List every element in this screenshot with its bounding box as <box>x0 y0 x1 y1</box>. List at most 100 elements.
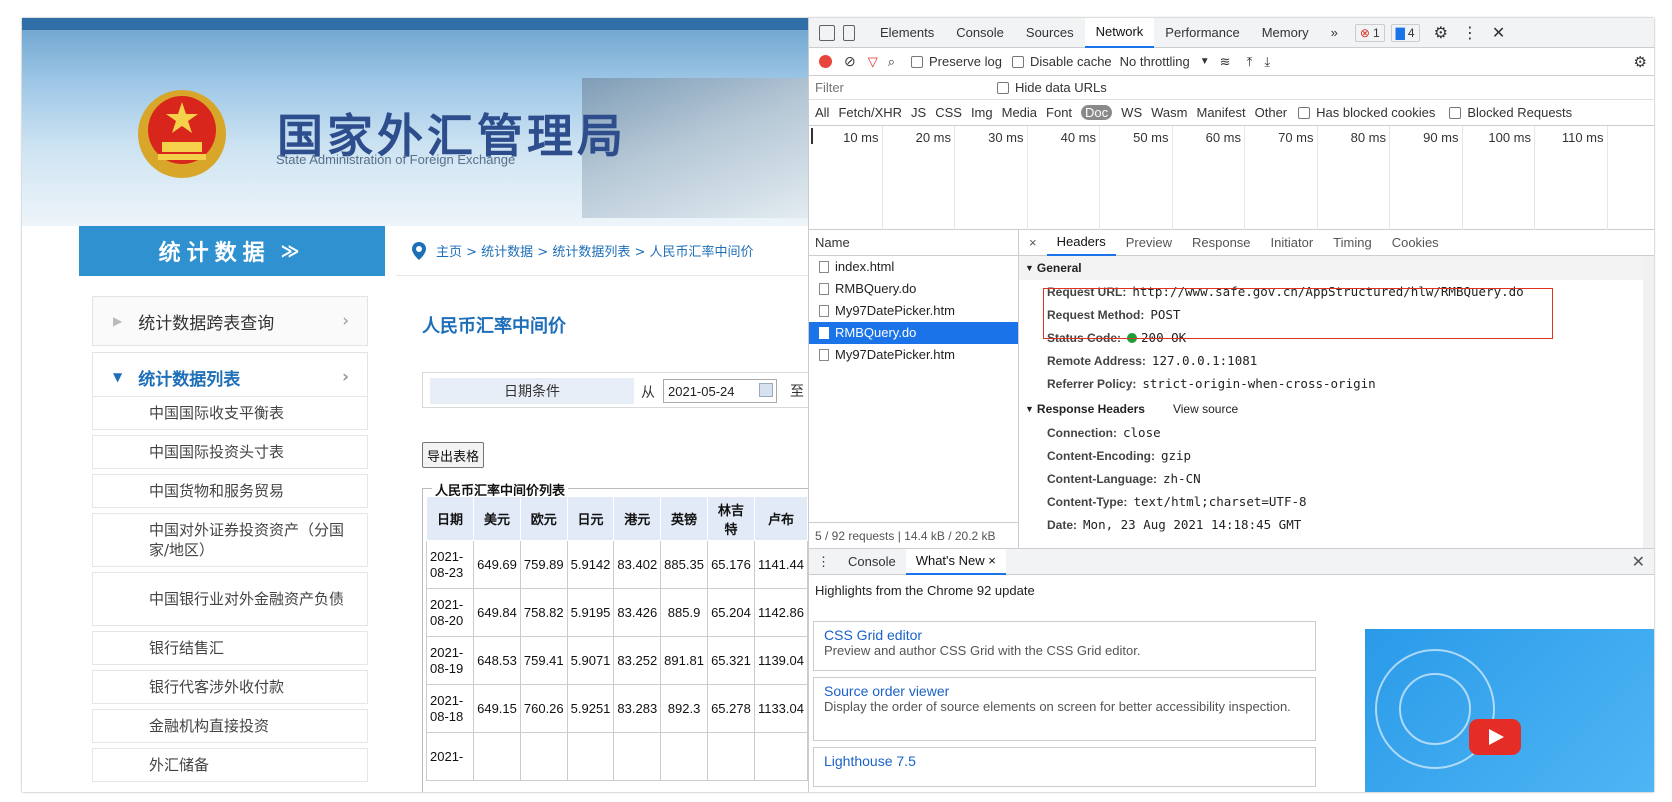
hide-data-urls-label: Hide data URLs <box>1015 80 1107 95</box>
details-tab-headers[interactable]: Headers <box>1046 230 1116 256</box>
tab-network[interactable]: Network <box>1084 18 1155 48</box>
details-tab-preview[interactable]: Preview <box>1116 230 1182 256</box>
breadcrumb-text[interactable]: 主页 > 统计数据 > 统计数据列表 > 人民币汇率中间价 <box>436 241 753 260</box>
header-value: http://www.safe.gov.cn/AppStructured/hlw… <box>1132 284 1524 299</box>
rate-cell <box>519 732 568 781</box>
kebab-menu-icon[interactable]: ⋮ <box>1462 23 1478 43</box>
details-tab-bar: × Headers Preview Response Initiator Timing Co… <box>1019 230 1654 256</box>
breadcrumb: 主页 > 统计数据 > 统计数据列表 > 人民币汇率中间价 <box>396 226 808 276</box>
page-title: 人民币汇率中间价 <box>422 316 566 337</box>
tab-memory[interactable]: Memory <box>1251 18 1320 48</box>
blocked-cookies-checkbox[interactable] <box>1298 106 1311 119</box>
throttling-select[interactable]: No throttling <box>1120 54 1190 69</box>
network-timeline[interactable]: 10 ms 20 ms 30 ms 40 ms 50 ms 60 ms 70 ms 80 ms… <box>809 126 1654 230</box>
tab-elements[interactable]: Elements <box>869 18 945 48</box>
tab-sources[interactable]: Sources <box>1015 18 1085 48</box>
sub-item-portfolio[interactable]: 中国对外证券投资资产（分国家/地区） <box>92 513 368 567</box>
message-badge[interactable]: ▇ 4 <box>1390 23 1420 42</box>
sub-item-reserves[interactable]: 外汇储备 <box>92 748 368 782</box>
request-row[interactable]: My97DatePicker.htm <box>809 344 1018 366</box>
details-tab-response[interactable]: Response <box>1182 230 1261 256</box>
general-section-header[interactable]: ▼ General <box>1019 256 1654 280</box>
sub-item-bank-assets[interactable]: 中国银行业对外金融资产负债 <box>92 572 368 626</box>
type-filter-wasm[interactable]: Wasm <box>1151 105 1187 120</box>
request-row[interactable]: RMBQuery.do <box>809 278 1018 300</box>
table-row: 2021-08-19 648.53 759.41 5.9071 83.252 891.81… <box>425 636 808 685</box>
request-row[interactable]: index.html <box>809 256 1018 278</box>
type-filter-font[interactable]: Font <box>1046 105 1072 120</box>
card-description: Display the order of source elements on … <box>824 699 1291 714</box>
import-har-icon[interactable]: ⤒ <box>1247 54 1253 70</box>
tab-console[interactable]: Console <box>945 18 1015 48</box>
response-headers-section[interactable]: ▼ Response Headers View source <box>1019 397 1654 421</box>
update-video-thumbnail[interactable] <box>1365 629 1654 792</box>
wifi-settings-icon[interactable]: ≋ <box>1220 54 1231 70</box>
tab-console[interactable]: Console <box>838 549 906 575</box>
timeline-tick: 70 ms <box>1278 126 1318 230</box>
filter-icon[interactable]: ▽ <box>868 54 878 70</box>
tab-overflow-more[interactable]: » <box>1320 18 1349 48</box>
details-tab-cookies[interactable]: Cookies <box>1382 230 1449 256</box>
close-details-icon[interactable]: × <box>1019 230 1047 256</box>
name-column-header[interactable]: Name <box>809 230 1018 256</box>
tab-whats-new[interactable]: What's New × <box>905 548 1006 575</box>
record-icon[interactable] <box>819 55 832 68</box>
view-source-link[interactable]: View source <box>1173 402 1238 416</box>
type-filter-ws[interactable]: WS <box>1121 105 1142 120</box>
hide-data-urls-checkbox[interactable] <box>997 81 1009 94</box>
sub-item-payments[interactable]: 银行代客涉外收付款 <box>92 670 368 704</box>
banner-top-bar <box>22 18 808 30</box>
close-drawer-icon[interactable]: ✕ <box>1632 552 1645 572</box>
sidebar-item-data-list[interactable]: ▼ 统计数据列表 › <box>92 352 368 402</box>
search-icon[interactable]: ⌕ <box>888 54 895 70</box>
type-filter-all[interactable]: All <box>815 105 829 120</box>
header-name: Content-Type: <box>1047 494 1128 509</box>
device-toolbar-icon[interactable] <box>843 24 855 41</box>
preserve-log-checkbox[interactable] <box>911 55 924 68</box>
youtube-play-icon[interactable] <box>1469 719 1521 755</box>
feature-card-lighthouse[interactable]: Lighthouse 7.5 <box>813 747 1316 787</box>
caret-down-icon: ▼ <box>113 370 123 384</box>
filter-input[interactable] <box>815 80 995 95</box>
request-row[interactable]: RMBQuery.do <box>809 322 1018 344</box>
rate-cell <box>706 732 755 781</box>
type-filter-css[interactable]: CSS <box>935 105 962 120</box>
details-scrollbar[interactable] <box>1643 256 1654 548</box>
sub-item-trade[interactable]: 中国货物和服务贸易 <box>92 474 368 508</box>
type-filter-doc[interactable]: Doc <box>1081 105 1113 120</box>
type-filter-media[interactable]: Media <box>1002 105 1037 120</box>
type-filter-manifest[interactable]: Manifest <box>1196 105 1245 120</box>
type-filter-img[interactable]: Img <box>971 105 993 120</box>
tab-performance[interactable]: Performance <box>1154 18 1250 48</box>
close-icon[interactable]: ✕ <box>1492 23 1505 43</box>
gear-icon[interactable]: ⚙ <box>1434 23 1448 43</box>
sub-item-fdi[interactable]: 金融机构直接投资 <box>92 709 368 743</box>
rate-cell: 65.204 <box>706 588 755 637</box>
details-tab-initiator[interactable]: Initiator <box>1261 230 1324 256</box>
rate-cell: 83.402 <box>613 540 662 589</box>
clear-icon[interactable]: ⊘ <box>844 53 856 70</box>
feature-card-grid-editor[interactable]: CSS Grid editor Preview and author CSS G… <box>813 621 1316 671</box>
feature-card-source-order[interactable]: Source order viewer Display the order of… <box>813 677 1316 741</box>
sub-item-bop[interactable]: 中国国际收支平衡表 <box>92 396 368 430</box>
sidebar-item-cross-table-query[interactable]: ▶ 统计数据跨表查询 › <box>92 296 368 346</box>
request-row[interactable]: My97DatePicker.htm <box>809 300 1018 322</box>
network-settings-gear-icon[interactable]: ⚙ <box>1634 53 1647 71</box>
sidebar-heading[interactable]: 统计数据 ≫ <box>79 226 385 276</box>
dropdown-arrow-icon[interactable]: ▼ <box>1200 56 1210 67</box>
error-badge[interactable]: ⊗ 1 <box>1354 23 1385 42</box>
details-tab-timing[interactable]: Timing <box>1323 230 1382 256</box>
export-har-icon[interactable]: ⤓ <box>1264 54 1270 70</box>
drawer-menu-icon[interactable]: ⋮ <box>809 554 838 570</box>
inspect-element-icon[interactable] <box>819 24 835 41</box>
calendar-icon[interactable] <box>759 383 773 397</box>
sub-item-iip[interactable]: 中国国际投资头寸表 <box>92 435 368 469</box>
col-eur: 欧元 <box>519 496 568 541</box>
type-filter-other[interactable]: Other <box>1255 105 1288 120</box>
disable-cache-checkbox[interactable] <box>1012 55 1024 68</box>
type-filter-fetchxhr[interactable]: Fetch/XHR <box>838 105 902 120</box>
export-table-button[interactable]: 导出表格 <box>422 442 485 468</box>
blocked-requests-checkbox[interactable] <box>1449 106 1462 119</box>
type-filter-js[interactable]: JS <box>911 105 926 120</box>
sub-item-fx-settlement[interactable]: 银行结售汇 <box>92 631 368 665</box>
